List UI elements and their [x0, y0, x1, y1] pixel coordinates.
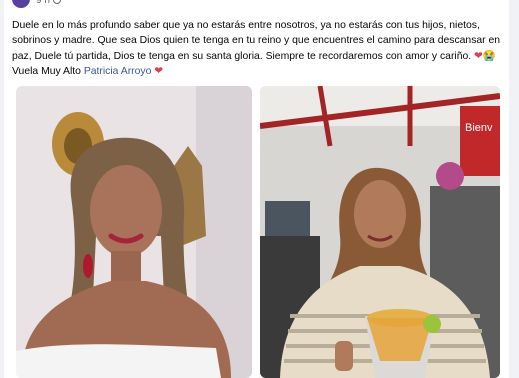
- woman-portrait-photo: [16, 86, 252, 378]
- mention-link[interactable]: Patricia Arroyo: [84, 66, 152, 77]
- post-timestamp[interactable]: 9 h: [36, 0, 61, 6]
- woman-with-drink-photo: Bienv: [260, 86, 500, 378]
- message-text-2: Vuela Muy Alto: [12, 66, 84, 78]
- post-header: 9 h: [12, 0, 61, 8]
- photo-left[interactable]: [16, 86, 252, 378]
- crying-emoji: 😭: [482, 50, 496, 62]
- facebook-post: 9 h Duele en lo más profundo saber que y…: [4, 0, 509, 378]
- message-text: Duele en lo más profundo saber que ya no…: [12, 20, 501, 62]
- scrollbar-gutter: [509, 0, 519, 378]
- timestamp-label: 9 h: [36, 0, 50, 6]
- globe-icon: [52, 0, 61, 4]
- avatar[interactable]: [12, 0, 30, 8]
- photo-right[interactable]: Bienv: [260, 86, 500, 378]
- heart-emoji-2: ❤: [154, 66, 163, 78]
- heart-emoji: ❤: [474, 50, 483, 62]
- post-message: Duele en lo más profundo saber que ya no…: [12, 18, 502, 80]
- restaurant-sign-text: Bienv: [465, 122, 493, 134]
